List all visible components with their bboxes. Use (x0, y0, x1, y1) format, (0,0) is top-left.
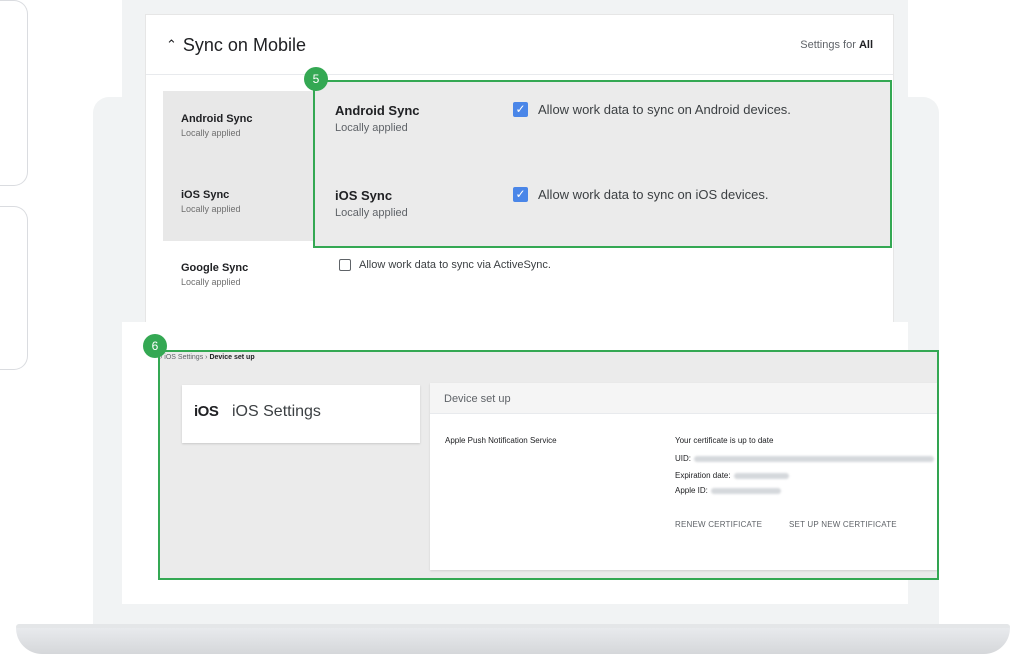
ios-settings-card[interactable]: iOS iOS Settings (182, 385, 420, 443)
ios-sync-checkbox-label: Allow work data to sync on iOS devices. (538, 187, 769, 202)
illustration: ⌃ Sync on Mobile Settings for All Android… (0, 0, 1025, 654)
android-sync-checkbox-label: Allow work data to sync on Android devic… (538, 102, 791, 117)
breadcrumb-ios-settings[interactable]: iOS Settings (164, 354, 203, 361)
uid-row: UID: (675, 454, 934, 463)
ios-sync-sub: Locally applied (335, 207, 408, 219)
breadcrumb-current: Device set up (209, 354, 255, 361)
redacted-apple-id (710, 487, 781, 494)
android-sync-sub: Locally applied (335, 122, 408, 134)
google-sync-option[interactable]: Allow work data to sync via ActiveSync. (339, 259, 551, 271)
android-sync-checkbox[interactable]: ✓ (513, 102, 528, 117)
google-sync-checkbox-label: Allow work data to sync via ActiveSync. (359, 259, 551, 271)
ios-sync-label: iOS Sync (335, 188, 393, 203)
chevron-up-icon[interactable]: ⌃ (166, 37, 177, 53)
set-up-new-certificate-button[interactable]: SET UP NEW CERTIFICATE (789, 520, 897, 529)
device-setup-panel: Device set up Apple Push Notification Se… (430, 383, 937, 570)
certificate-status: Your certificate is up to date (675, 436, 774, 445)
laptop-base (16, 628, 1010, 654)
decorative-outline-bottom (0, 206, 28, 370)
callout-6-badge: 6 (143, 334, 167, 358)
expiration-label: Expiration date: (675, 471, 731, 480)
device-setup-header: Device set up (430, 383, 937, 414)
sync-card-header: ⌃ Sync on Mobile Settings for All (146, 15, 893, 75)
expiration-row: Expiration date: (675, 471, 789, 480)
row-sub-android: Locally applied (181, 128, 241, 138)
row-sub-google: Locally applied (181, 277, 241, 287)
renew-certificate-button[interactable]: RENEW CERTIFICATE (675, 520, 762, 529)
redacted-uid (694, 455, 934, 462)
apple-id-label: Apple ID: (675, 486, 708, 495)
ios-settings-title: iOS Settings (232, 403, 321, 420)
row-label-android: Android Sync (181, 113, 253, 125)
sync-card-title[interactable]: ⌃ Sync on Mobile (166, 35, 306, 56)
breadcrumb-separator: › (205, 354, 208, 361)
row-label-google: Google Sync (181, 262, 249, 274)
apns-service-label: Apple Push Notification Service (445, 436, 557, 445)
callout-5-box: Android Sync Locally applied ✓ Allow wor… (313, 80, 892, 248)
callout-5-badge: 5 (304, 67, 328, 91)
ios-logo-icon: iOS (194, 403, 219, 420)
apple-id-row: Apple ID: (675, 486, 781, 495)
ios-sync-checkbox[interactable]: ✓ (513, 187, 528, 202)
redacted-expiration (733, 472, 789, 479)
row-sub-ios: Locally applied (181, 204, 241, 214)
google-sync-checkbox[interactable] (339, 259, 351, 271)
ios-sync-option[interactable]: ✓ Allow work data to sync on iOS devices… (513, 187, 769, 202)
device-setup-title: Device set up (444, 393, 511, 405)
uid-label: UID: (675, 454, 691, 463)
android-sync-label: Android Sync (335, 103, 420, 118)
row-label-ios: iOS Sync (181, 189, 230, 201)
settings-scope: Settings for All (800, 39, 873, 51)
decorative-outline-top (0, 0, 28, 186)
breadcrumb: › iOS Settings › Device set up (160, 354, 255, 361)
android-sync-option[interactable]: ✓ Allow work data to sync on Android dev… (513, 102, 791, 117)
